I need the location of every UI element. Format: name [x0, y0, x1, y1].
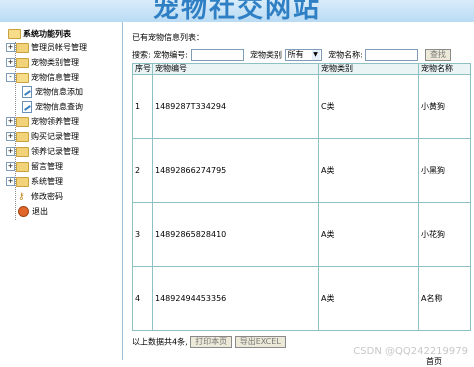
sidebar-item-adoption-records[interactable]: + 领养记录管理 — [6, 146, 79, 158]
sidebar-item-pet-info[interactable]: - 宠物信息管理 — [6, 72, 79, 84]
sidebar-item-label: 退出 — [32, 207, 48, 216]
cell-index: 4 — [132, 266, 153, 331]
sidebar-item-messages[interactable]: + 留言管理 — [6, 161, 63, 173]
pet-type-label: 宠物类别 — [250, 50, 283, 60]
sidebar-item-admin-accounts[interactable]: + 管理员帐号管理 — [6, 42, 87, 54]
sidebar-item-logout[interactable]: 退出 — [18, 206, 48, 218]
folder-icon — [16, 161, 29, 172]
column-header-pet-no: 宠物编号 — [152, 63, 319, 75]
cell-pet-type: A类 — [318, 138, 419, 203]
sidebar-item-label: 宠物领养管理 — [31, 117, 79, 126]
cell-pet-name: 小黄狗 — [418, 74, 471, 139]
table-row[interactable]: 2 14892866274795 A类 小黑狗 — [132, 138, 471, 203]
pet-table: 序号 宠物编号 宠物类别 宠物名称 1 1489287T334294 C类 小黄… — [132, 63, 471, 331]
edit-document-icon — [22, 86, 32, 98]
sidebar: 系统功能列表 + 管理员帐号管理 + 宠物类别管理 - 宠物信息管理 宠物信息添加 宠… — [0, 22, 123, 360]
cell-pet-type: A类 — [318, 266, 419, 331]
folder-icon — [16, 42, 29, 53]
folder-open-icon — [16, 72, 29, 83]
expand-icon[interactable]: + — [6, 177, 15, 186]
pet-name-input[interactable] — [365, 49, 419, 61]
search-label: 搜索: — [132, 50, 151, 60]
expand-icon[interactable]: + — [6, 162, 15, 171]
edit-document-icon — [22, 101, 32, 113]
first-page-link[interactable]: 首页 — [426, 357, 442, 367]
sidebar-item-label: 留言管理 — [31, 162, 63, 171]
folder-icon — [16, 176, 29, 187]
pet-name-label: 宠物名称: — [328, 50, 363, 60]
cell-pet-no: 14892866274795 — [152, 138, 319, 203]
sidebar-item-change-password[interactable]: ⚷ 修改密码 — [18, 191, 63, 203]
cell-pet-type: C类 — [318, 74, 419, 139]
sidebar-item-pet-info-add[interactable]: 宠物信息添加 — [22, 86, 83, 98]
folder-icon — [16, 116, 29, 127]
folder-icon — [16, 57, 29, 68]
sidebar-item-label: 领养记录管理 — [31, 147, 79, 156]
main-content: 已有宠物信息列表： 搜索: 宠物编号: 宠物类别 所有 ▼ 宠物名称: 查找 序号… — [129, 26, 474, 366]
table-row[interactable]: 1 1489287T334294 C类 小黄狗 — [132, 74, 471, 139]
sidebar-item-system[interactable]: + 系统管理 — [6, 176, 63, 188]
list-heading: 已有宠物信息列表： — [132, 33, 204, 42]
cell-pet-name: A名称 — [418, 266, 471, 331]
expand-icon[interactable]: + — [6, 132, 15, 141]
pet-type-selected: 所有 — [287, 50, 304, 59]
folder-open-icon — [8, 29, 21, 39]
cell-pet-no: 14892494453356 — [152, 266, 319, 331]
folder-icon — [16, 131, 29, 142]
sidebar-item-pet-adoption[interactable]: + 宠物领养管理 — [6, 116, 79, 128]
folder-icon — [16, 146, 29, 157]
table-row[interactable]: 4 14892494453356 A类 A名称 — [132, 266, 471, 331]
sidebar-item-label: 系统管理 — [31, 177, 63, 186]
chevron-down-icon: ▼ — [311, 50, 320, 60]
expand-icon[interactable]: + — [6, 117, 15, 126]
table-row[interactable]: 3 14892865828410 A类 小花狗 — [132, 202, 471, 267]
expand-icon[interactable]: + — [6, 43, 15, 52]
expand-icon[interactable]: + — [6, 58, 15, 67]
column-header-pet-type: 宠物类别 — [318, 63, 419, 75]
collapse-icon[interactable]: - — [6, 73, 15, 82]
tree-root[interactable]: 系统功能列表 — [8, 29, 71, 39]
cell-index: 1 — [132, 74, 153, 139]
sidebar-item-label: 修改密码 — [31, 192, 63, 201]
site-banner: 宠物社交网站 — [0, 0, 474, 22]
sidebar-item-pet-types[interactable]: + 宠物类别管理 — [6, 57, 79, 69]
watermark: CSDN @QQ242219979 — [353, 346, 468, 357]
cell-index: 3 — [132, 202, 153, 267]
sidebar-item-label: 宠物信息管理 — [31, 73, 79, 82]
search-button[interactable]: 查找 — [424, 49, 451, 61]
pet-no-label: 宠物编号: — [153, 50, 188, 60]
logout-icon — [18, 206, 29, 217]
expand-icon[interactable]: + — [6, 147, 15, 156]
sidebar-item-label: 管理员帐号管理 — [31, 43, 87, 52]
cell-index: 2 — [132, 138, 153, 203]
pet-no-input[interactable] — [190, 49, 244, 61]
table-header-row: 序号 宠物编号 宠物类别 宠物名称 — [132, 63, 471, 75]
cell-pet-type: A类 — [318, 202, 419, 267]
sidebar-item-label: 宠物类别管理 — [31, 58, 79, 67]
record-count: 以上数据共4条, — [132, 337, 188, 347]
cell-pet-no: 14892865828410 — [152, 202, 319, 267]
sidebar-item-label: 宠物信息查询 — [35, 102, 83, 112]
pet-type-select[interactable]: 所有 ▼ — [284, 49, 322, 61]
column-header-pet-name: 宠物名称 — [418, 63, 471, 75]
cell-pet-no: 1489287T334294 — [152, 74, 319, 139]
cell-pet-name: 小花狗 — [418, 202, 471, 267]
export-excel-button[interactable]: 导出EXCEL — [234, 336, 286, 348]
sidebar-item-purchase-records[interactable]: + 购买记录管理 — [6, 131, 79, 143]
print-button[interactable]: 打印本页 — [190, 336, 233, 348]
column-header-index: 序号 — [132, 63, 153, 75]
sidebar-item-label: 购买记录管理 — [31, 132, 79, 141]
cell-pet-name: 小黑狗 — [418, 138, 471, 203]
search-bar: 搜索: 宠物编号: 宠物类别 所有 ▼ 宠物名称: 查找 — [132, 49, 451, 61]
sidebar-item-label: 宠物信息添加 — [35, 87, 83, 97]
key-icon: ⚷ — [18, 191, 25, 202]
table-footer: 以上数据共4条, 打印本页 导出EXCEL — [132, 336, 286, 348]
tree-root-label: 系统功能列表 — [23, 29, 71, 39]
sidebar-item-pet-info-query[interactable]: 宠物信息查询 — [22, 101, 83, 113]
site-title: 宠物社交网站 — [152, 0, 321, 22]
